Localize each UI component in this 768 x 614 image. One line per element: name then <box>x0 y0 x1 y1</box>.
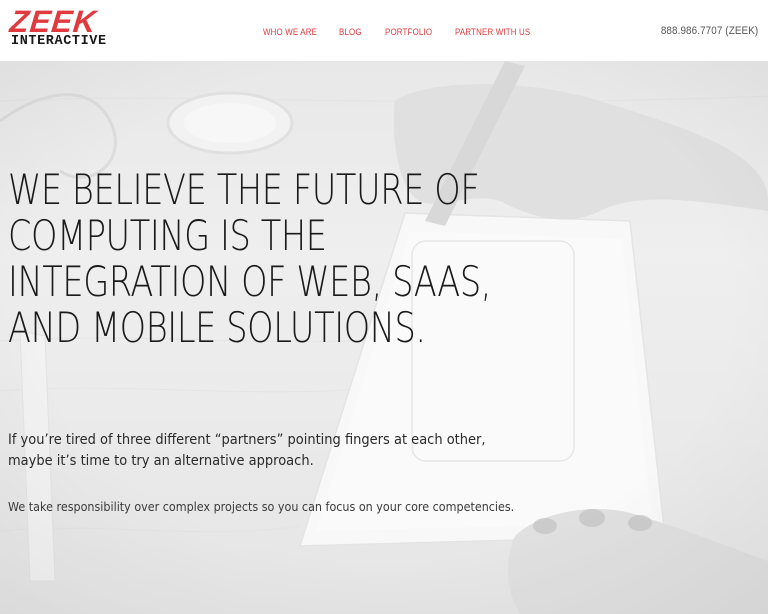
logo-wordmark: ZEEK <box>8 4 99 39</box>
nav-who-we-are[interactable]: WHO WE ARE <box>263 26 317 38</box>
hero-lead-paragraph: If you’re tired of three different “part… <box>8 430 510 472</box>
nav-portfolio[interactable]: PORTFOLIO <box>385 26 432 38</box>
lead-line: If you’re tired of three different “part… <box>8 432 486 448</box>
headline-line: AND MOBILE SOLUTIONS. <box>8 303 426 352</box>
hero-sub-paragraph: We take responsibility over complex proj… <box>8 500 515 514</box>
headline-line: WE BELIEVE THE FUTURE OF <box>8 165 480 214</box>
headline-line: INTEGRATION OF WEB, SAAS, <box>8 257 492 306</box>
logo-subtitle: INTERACTIVE <box>11 34 107 49</box>
nav-blog[interactable]: BLOG <box>339 26 362 38</box>
hero-section: WE BELIEVE THE FUTURE OF COMPUTING IS TH… <box>0 61 768 614</box>
headline-line: COMPUTING IS THE <box>8 211 327 260</box>
page: ZEEK INTERACTIVE WHO WE ARE BLOG PORTFOL… <box>0 0 768 614</box>
zeek-logo[interactable]: ZEEK INTERACTIVE <box>8 4 110 50</box>
nav-partner-with-us[interactable]: PARTNER WITH US <box>455 26 530 38</box>
site-header: ZEEK INTERACTIVE WHO WE ARE BLOG PORTFOL… <box>0 0 768 61</box>
lead-line: maybe it’s time to try an alternative ap… <box>8 453 314 469</box>
phone-number[interactable]: 888.986.7707 (ZEEK) <box>661 25 758 37</box>
main-nav: WHO WE ARE BLOG PORTFOLIO PARTNER WITH U… <box>263 26 563 38</box>
hero-headline: WE BELIEVE THE FUTURE OF COMPUTING IS TH… <box>8 165 492 352</box>
